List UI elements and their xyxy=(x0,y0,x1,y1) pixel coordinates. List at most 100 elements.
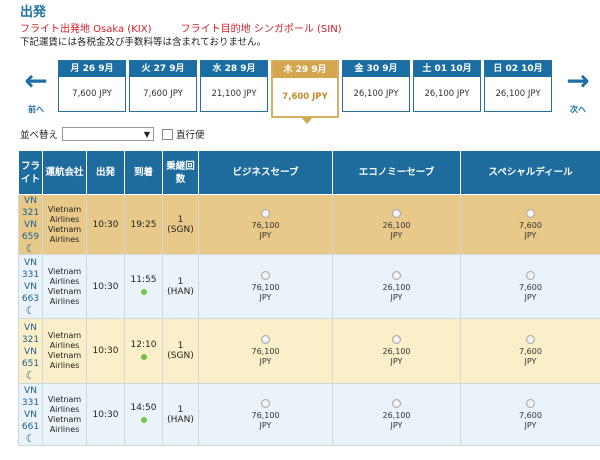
fare-radio[interactable] xyxy=(392,208,401,218)
airline-name: Vietnam xyxy=(47,394,82,404)
flight-code[interactable]: 331 xyxy=(19,397,42,409)
airline-name: Airlines xyxy=(49,361,80,370)
date-tab[interactable]: 水 28 9月 21,100 JPY xyxy=(200,60,268,112)
night-flight-icon: ☾ xyxy=(25,304,36,317)
airline-cell: Vietnam Airlines Vietnam Airlines xyxy=(42,383,87,446)
fare-cell-special[interactable]: 7,600 JPY xyxy=(460,254,600,319)
table-row: VN 331 VN 663 ☾ Vietnam Airlines Vietnam… xyxy=(18,254,600,319)
flight-number-cell: VN 331 VN 661 ☾ xyxy=(18,383,43,446)
fare-radio[interactable] xyxy=(261,398,270,408)
fare-cell-special[interactable]: 7,600 JPY xyxy=(460,383,600,446)
fare-currency: JPY xyxy=(524,230,537,240)
fare-cell-business[interactable]: 76,100 JPY xyxy=(198,318,333,384)
airline-name: Vietnam xyxy=(47,224,82,234)
fare-cell-business[interactable]: 76,100 JPY xyxy=(198,254,333,319)
stops-count: 1 xyxy=(177,341,184,351)
stops-count: 1 xyxy=(177,404,184,415)
fare-price: 26,100 xyxy=(382,410,411,420)
flight-code[interactable]: VN xyxy=(19,346,42,358)
arrival-cell: 11:55 xyxy=(124,254,163,319)
fare-cell-special[interactable]: 7,600 JPY xyxy=(460,194,600,255)
sort-select[interactable]: ▼ xyxy=(62,127,155,141)
next-day-indicator-icon xyxy=(140,417,147,423)
flight-code[interactable]: VN xyxy=(19,257,42,269)
route-info: フライト出発地 Osaka (KIX) フライト目的地 シンガポール (SIN) xyxy=(20,23,590,36)
night-flight-icon: ☾ xyxy=(25,432,36,445)
date-tab[interactable]: 火 27 9月 7,600 JPY xyxy=(129,60,197,112)
date-tab[interactable]: 日 02 10月 26,100 JPY xyxy=(484,60,552,112)
fare-radio[interactable] xyxy=(392,335,401,344)
stops-cell: 1 (HAN) xyxy=(162,254,199,319)
fare-radio[interactable] xyxy=(526,335,535,344)
flight-code[interactable]: VN xyxy=(19,195,42,207)
origin-text: フライト出発地 Osaka (KIX) xyxy=(20,24,152,35)
date-tab-price: 7,600 JPY xyxy=(143,89,183,99)
col-header-special-deal: スペシャルディール xyxy=(460,150,600,195)
next-day-indicator-icon xyxy=(140,289,147,295)
flight-number-cell: VN 321 VN 651 ☾ xyxy=(18,318,43,384)
stop-airport: (HAN) xyxy=(167,286,194,297)
fare-price: 76,100 xyxy=(251,282,280,292)
fare-cell-economy[interactable]: 26,100 JPY xyxy=(332,194,461,255)
fare-cell-economy[interactable]: 26,100 JPY xyxy=(332,318,461,384)
date-tab-price: 26,100 JPY xyxy=(495,89,541,99)
fare-currency: JPY xyxy=(390,230,403,240)
direct-flight-checkbox[interactable] xyxy=(162,128,174,140)
destination-text: フライト目的地 シンガポール (SIN) xyxy=(180,24,342,35)
fare-price: 7,600 xyxy=(519,282,542,292)
airline-name: Airlines xyxy=(49,404,80,414)
airline-name: Vietnam xyxy=(47,204,82,214)
flight-code[interactable]: VN xyxy=(19,385,42,397)
prev-dates-button[interactable]: ← 前へ xyxy=(16,64,56,115)
date-tabs: 月 26 9月 7,600 JPY 火 27 9月 7,600 JPY 水 28… xyxy=(58,60,555,124)
airline-name: Vietnam xyxy=(47,351,82,360)
departure-time: 10:30 xyxy=(86,254,125,319)
fare-radio[interactable] xyxy=(526,398,535,408)
fare-cell-business[interactable]: 76,100 JPY xyxy=(198,194,333,255)
fare-currency: JPY xyxy=(524,357,537,366)
fare-radio[interactable] xyxy=(392,270,401,280)
fare-cell-business[interactable]: 76,100 JPY xyxy=(198,383,333,446)
date-tab[interactable]: 土 01 10月 26,100 JPY xyxy=(413,60,481,112)
fare-note: 下記運賃には各税金及び手数料等は含まれておりません。 xyxy=(20,37,267,48)
date-tab[interactable]: 金 30 9月 26,100 JPY xyxy=(342,60,410,112)
night-flight-icon: ☾ xyxy=(25,368,36,382)
fare-radio[interactable] xyxy=(261,270,270,280)
stops-count: 1 xyxy=(177,276,184,287)
airline-name: Airlines xyxy=(49,276,80,286)
sort-label: 並べ替え xyxy=(20,130,59,141)
fare-radio[interactable] xyxy=(526,208,535,218)
fare-cell-special[interactable]: 7,600 JPY xyxy=(460,318,600,384)
stop-airport: (SGN) xyxy=(167,351,194,361)
fare-cell-economy[interactable]: 26,100 JPY xyxy=(332,383,461,446)
table-header-row: フライト 運航会社 出発 到着 乗継回数 ビジネスセーブ エコノミーセーブ スペ… xyxy=(18,150,600,195)
fare-radio[interactable] xyxy=(526,270,535,280)
flight-code[interactable]: VN xyxy=(19,219,42,231)
date-tab[interactable]: 月 26 9月 7,600 JPY xyxy=(58,60,126,112)
fare-radio[interactable] xyxy=(261,208,270,218)
flight-code[interactable]: 321 xyxy=(19,334,42,346)
fare-radio[interactable] xyxy=(392,398,401,408)
prev-label: 前へ xyxy=(28,105,44,114)
date-tab-label: 木 29 9月 xyxy=(273,62,337,78)
flight-code[interactable]: 651 xyxy=(19,358,42,370)
airline-name: Vietnam xyxy=(47,266,82,276)
airline-name: Vietnam xyxy=(47,414,82,424)
flight-code[interactable]: 331 xyxy=(19,269,42,281)
airline-name: Airlines xyxy=(49,234,80,244)
date-tab-label: 月 26 9月 xyxy=(59,61,125,77)
flight-code[interactable]: VN xyxy=(19,281,42,293)
flight-number-cell: VN 321 VN 659 ☾ xyxy=(18,194,43,255)
fare-radio[interactable] xyxy=(261,335,270,344)
date-tab-selected[interactable]: 木 29 9月 7,600 JPY xyxy=(271,60,339,124)
arrival-time: 11:55 xyxy=(130,275,157,285)
fare-cell-economy[interactable]: 26,100 JPY xyxy=(332,254,461,319)
flight-number-cell: VN 331 VN 663 ☾ xyxy=(18,254,43,319)
next-dates-button[interactable]: → 次へ xyxy=(558,64,598,115)
flight-code[interactable]: 321 xyxy=(19,207,42,219)
next-label: 次へ xyxy=(570,105,586,114)
table-row: VN 321 VN 651 ☾ Vietnam Airlines Vietnam… xyxy=(18,318,600,384)
flight-code[interactable]: VN xyxy=(19,322,42,334)
flight-code[interactable]: VN xyxy=(19,409,42,421)
arrow-right-icon: → xyxy=(566,64,590,97)
